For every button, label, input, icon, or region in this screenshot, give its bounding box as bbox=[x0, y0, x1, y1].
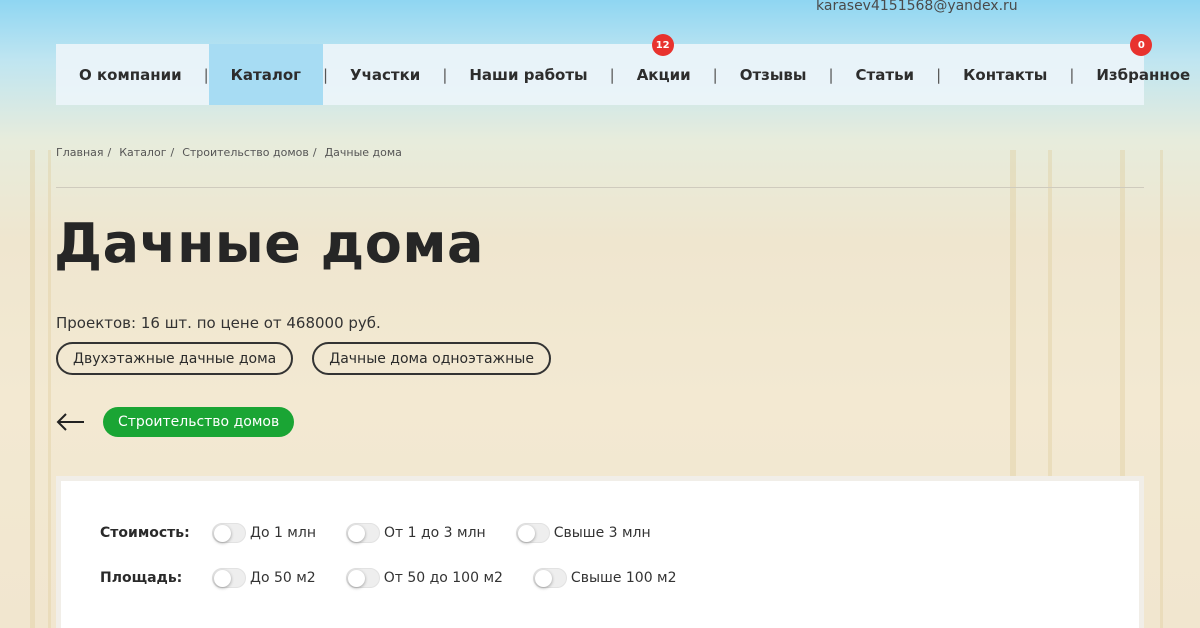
toggle-switch[interactable] bbox=[345, 568, 380, 588]
chip-two-storey[interactable]: Двухэтажные дачные дома bbox=[56, 342, 294, 375]
filter-panel: Стоимость: До 1 млн От 1 до 3 млн Свыше … bbox=[56, 476, 1144, 628]
header-email[interactable]: karasev4151568@yandex.ru bbox=[816, 0, 1018, 14]
toggle-switch[interactable] bbox=[212, 568, 246, 588]
arrow-left-icon[interactable] bbox=[56, 411, 86, 433]
nav-item-label: Избранное bbox=[1096, 65, 1191, 84]
toggle-switch[interactable] bbox=[345, 523, 380, 543]
toggle-switch[interactable] bbox=[515, 523, 550, 543]
option-label: Свыше 3 млн bbox=[553, 525, 651, 541]
breadcrumb: Главная / Каталог / Строительство домов … bbox=[56, 146, 402, 159]
breadcrumb-separator: / bbox=[107, 146, 112, 159]
option-label: От 50 до 100 м2 bbox=[383, 570, 503, 586]
nav-item-contacts[interactable]: Контакты bbox=[941, 44, 1069, 105]
filter-option[interactable]: От 1 до 3 млн bbox=[345, 523, 486, 543]
nav-item-label: Статьи bbox=[855, 65, 915, 84]
filter-option[interactable]: Свыше 100 м2 bbox=[532, 568, 677, 588]
toggle-switch[interactable] bbox=[212, 523, 246, 543]
nav-item-articles[interactable]: Статьи bbox=[834, 44, 937, 105]
option-label: Свыше 100 м2 bbox=[570, 570, 677, 586]
header-divider bbox=[56, 187, 1144, 188]
subcategory-chips: Двухэтажные дачные дома Дачные дома одно… bbox=[56, 342, 551, 375]
breadcrumb-catalog[interactable]: Каталог bbox=[119, 146, 166, 159]
filter-label-area: Площадь: bbox=[100, 570, 183, 586]
nav-item-promotions[interactable]: Акции 12 bbox=[615, 34, 713, 105]
filter-row-cost: Стоимость: До 1 млн От 1 до 3 млн Свыше … bbox=[100, 523, 681, 543]
option-label: От 1 до 3 млн bbox=[383, 525, 486, 541]
nav-item-label: Каталог bbox=[230, 65, 301, 84]
nav-item-label: О компании bbox=[79, 65, 182, 84]
nav-item-catalog[interactable]: Каталог bbox=[208, 44, 323, 105]
favorites-count-badge: 0 bbox=[1130, 34, 1153, 56]
nav-item-label: Участки bbox=[350, 65, 421, 84]
nav-item-works[interactable]: Наши работы bbox=[447, 44, 609, 105]
filter-option[interactable]: До 1 млн bbox=[212, 523, 316, 543]
filter-label-cost: Стоимость: bbox=[100, 525, 190, 541]
parent-category-button[interactable]: Строительство домов bbox=[103, 407, 295, 437]
breadcrumb-separator: / bbox=[170, 146, 175, 159]
nav-item-label: Контакты bbox=[963, 65, 1048, 84]
nav-item-plots[interactable]: Участки bbox=[328, 44, 442, 105]
breadcrumb-house-construction[interactable]: Строительство домов bbox=[182, 146, 309, 159]
nav-item-label: Отзывы bbox=[739, 65, 807, 84]
chip-one-storey[interactable]: Дачные дома одноэтажные bbox=[312, 342, 551, 375]
filter-option[interactable]: От 50 до 100 м2 bbox=[345, 568, 503, 588]
nav-item-label: Акции bbox=[636, 65, 691, 84]
filter-row-area: Площадь: До 50 м2 От 50 до 100 м2 Свыше … bbox=[100, 568, 707, 588]
filter-option[interactable]: До 50 м2 bbox=[212, 568, 316, 588]
nav-item-about[interactable]: О компании bbox=[56, 44, 204, 105]
breadcrumb-separator: / bbox=[312, 146, 317, 159]
filter-option[interactable]: Свыше 3 млн bbox=[515, 523, 651, 543]
projects-summary: Проектов: 16 шт. по цене от 468000 руб. bbox=[56, 314, 381, 332]
breadcrumb-home[interactable]: Главная bbox=[56, 146, 104, 159]
breadcrumb-current: Дачные дома bbox=[324, 146, 402, 159]
toggle-switch[interactable] bbox=[532, 568, 567, 588]
option-label: До 1 млн bbox=[250, 525, 316, 541]
nav-item-favorites[interactable]: Избранное 0 bbox=[1074, 34, 1191, 105]
main-nav: О компании | Каталог | Участки | Наши ра… bbox=[56, 34, 1190, 105]
option-label: До 50 м2 bbox=[250, 570, 316, 586]
nav-item-label: Наши работы bbox=[469, 65, 588, 84]
nav-item-reviews[interactable]: Отзывы bbox=[718, 44, 829, 105]
page-title: Дачные дома bbox=[54, 212, 484, 275]
promotions-count-badge: 12 bbox=[651, 34, 674, 56]
